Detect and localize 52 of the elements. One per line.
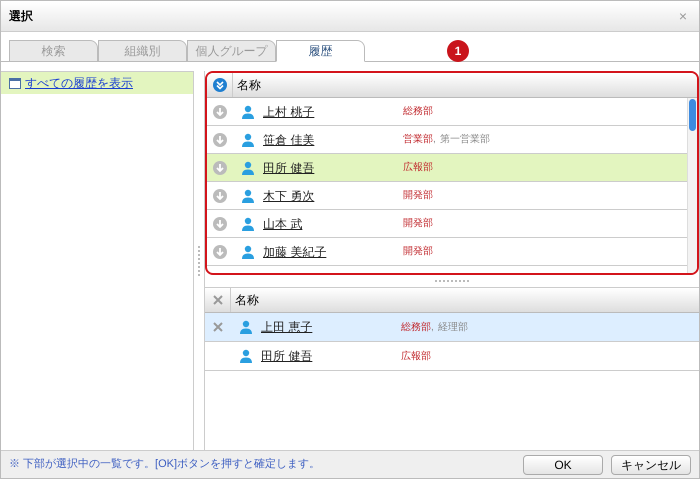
person-icon — [241, 188, 255, 202]
person-icon — [241, 244, 255, 258]
department-text: 開発部 — [403, 216, 433, 231]
person-row[interactable]: 上田 恵子 総務部, 経理部 — [205, 313, 699, 342]
calendar-icon — [9, 77, 21, 89]
person-name-link[interactable]: 田所 健吾 — [263, 158, 314, 176]
splitter-handle[interactable] — [435, 280, 469, 282]
status-note: ※ 下部が選択中の一覧です。[OK]ボタンを押すと確定します。 — [9, 456, 320, 472]
department-text: 第一営業部 — [440, 132, 490, 147]
down-arrow-icon[interactable] — [213, 160, 227, 174]
remove-all-icon[interactable] — [212, 295, 222, 305]
down-arrow-icon[interactable] — [213, 132, 227, 146]
person-name-link[interactable]: 山本 武 — [263, 214, 302, 232]
department-text: 広報部 — [403, 160, 433, 175]
remove-icon[interactable] — [213, 322, 223, 332]
person-icon — [241, 216, 255, 230]
department-text: 営業部 — [403, 132, 433, 147]
department-text: 広報部 — [401, 350, 431, 364]
person-icon — [241, 132, 255, 146]
separator-text: , — [433, 133, 436, 147]
person-icon — [239, 349, 253, 363]
window-title: 選択 — [9, 8, 33, 25]
person-name-link[interactable]: 上村 桃子 — [263, 102, 314, 120]
down-arrow-icon[interactable] — [213, 216, 227, 230]
person-name-link[interactable]: 上田 恵子 — [261, 318, 312, 336]
scrollbar[interactable] — [687, 98, 697, 273]
down-arrow-icon[interactable] — [213, 188, 227, 202]
column-header: 名称 — [234, 292, 259, 309]
person-icon — [241, 104, 255, 118]
person-name-link[interactable]: 加藤 美紀子 — [263, 242, 326, 260]
dialog-button[interactable]: OK — [523, 454, 603, 474]
department-text: 開発部 — [403, 188, 433, 203]
person-icon — [239, 320, 253, 334]
column-header: 名称 — [236, 77, 261, 94]
department-text: 総務部 — [403, 104, 433, 119]
sidebar-item[interactable]: すべての履歴を表示 — [1, 72, 193, 94]
person-row[interactable]: 田所 健吾 広報部 — [207, 154, 687, 182]
down-arrow-icon[interactable] — [213, 244, 227, 258]
department-text: 開発部 — [403, 244, 433, 259]
department-text: 総務部 — [401, 320, 431, 334]
person-name-link[interactable]: 木下 勇次 — [263, 186, 314, 204]
splitter-handle[interactable] — [198, 246, 200, 276]
down-arrow-icon[interactable] — [213, 104, 227, 118]
callout-badge: 1 — [447, 40, 469, 62]
expand-icon[interactable] — [212, 78, 226, 92]
separator-text: , — [431, 320, 434, 334]
person-name-link[interactable]: 田所 健吾 — [261, 347, 312, 365]
person-name-link[interactable]: 笹倉 佳美 — [263, 130, 314, 148]
department-text: 経理部 — [438, 320, 468, 334]
tab[interactable]: 履歴 — [276, 40, 365, 62]
person-icon — [241, 160, 255, 174]
dialog-button[interactable]: キャンセル — [611, 454, 691, 474]
